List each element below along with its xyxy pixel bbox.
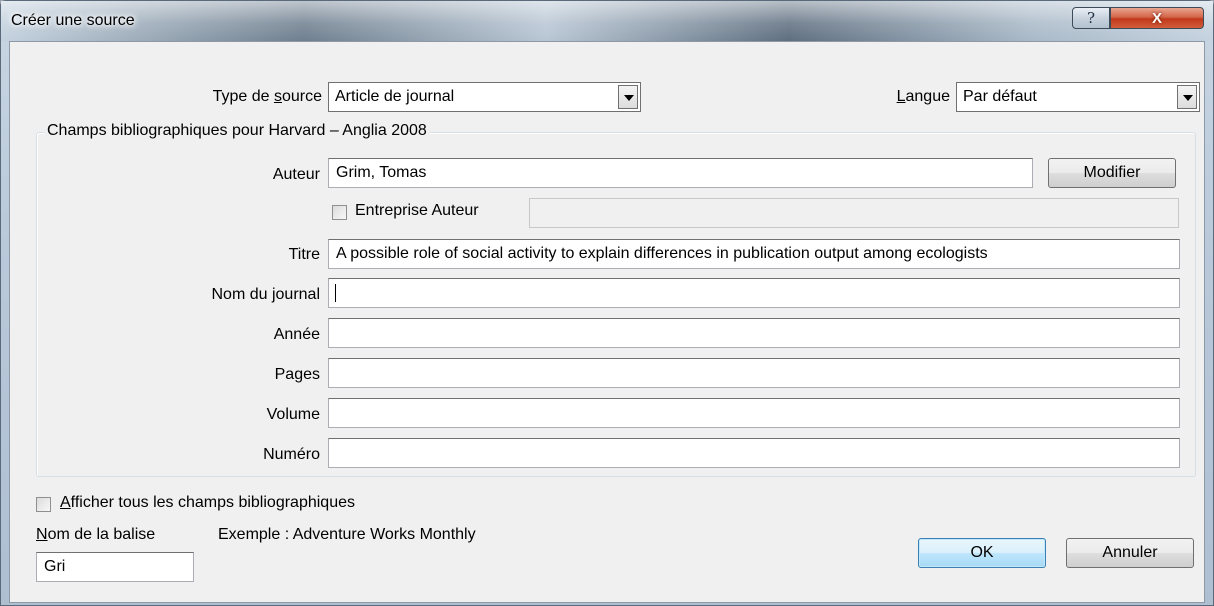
cancel-button[interactable]: Annuler: [1066, 538, 1194, 568]
language-dropdown[interactable]: Par défaut: [956, 82, 1200, 112]
title-bar[interactable]: Créer une source ? X: [1, 1, 1213, 41]
chevron-down-icon[interactable]: [618, 85, 638, 109]
language-value: Par défaut: [963, 88, 1037, 105]
group-caption: Champs bibliographiques pour Harvard – A…: [44, 122, 430, 140]
dialog-window: Créer une source ? X Type de source Arti…: [0, 0, 1214, 606]
issue-label: Numéro: [263, 446, 320, 463]
volume-label: Volume: [266, 406, 320, 423]
corporate-author-field[interactable]: [529, 198, 1179, 228]
text-cursor: [335, 284, 336, 302]
title-field[interactable]: A possible role of social activity to ex…: [328, 239, 1180, 269]
tag-name-field[interactable]: Gri: [36, 552, 194, 582]
dialog-title: Créer une source: [11, 12, 135, 29]
close-icon: X: [1151, 9, 1162, 27]
help-icon: ?: [1086, 9, 1096, 27]
show-all-fields-checkbox[interactable]: [36, 497, 51, 512]
pages-field[interactable]: [328, 358, 1180, 388]
journal-name-field[interactable]: [328, 278, 1180, 308]
close-button[interactable]: X: [1110, 7, 1204, 29]
corporate-author-checkbox[interactable]: [332, 205, 347, 220]
show-all-fields-label[interactable]: Afficher tous les champs bibliographique…: [60, 494, 355, 512]
year-label: Année: [273, 326, 320, 343]
source-type-value: Article de journal: [335, 88, 455, 105]
issue-field[interactable]: [328, 438, 1180, 468]
modify-button[interactable]: Modifier: [1048, 158, 1176, 188]
author-field[interactable]: Grim, Tomas: [328, 158, 1033, 188]
pages-label: Pages: [274, 366, 320, 383]
source-type-label: Type de source: [212, 88, 322, 105]
title-label: Titre: [288, 246, 320, 263]
ok-button[interactable]: OK: [918, 538, 1046, 568]
source-type-dropdown[interactable]: Article de journal: [328, 82, 641, 112]
author-label: Auteur: [272, 166, 320, 183]
language-label: Langue: [896, 88, 950, 105]
corporate-author-label: Entreprise Auteur: [355, 202, 479, 219]
dialog-body: Type de source Article de journal Langue…: [9, 41, 1205, 603]
tag-name-label: Nom de la balise: [36, 526, 156, 543]
example-text: Exemple : Adventure Works Monthly: [218, 526, 476, 543]
chevron-down-icon[interactable]: [1177, 85, 1197, 109]
help-button[interactable]: ?: [1072, 7, 1110, 29]
journal-name-label: Nom du journal: [211, 286, 321, 303]
volume-field[interactable]: [328, 398, 1180, 428]
year-field[interactable]: [328, 318, 1180, 348]
